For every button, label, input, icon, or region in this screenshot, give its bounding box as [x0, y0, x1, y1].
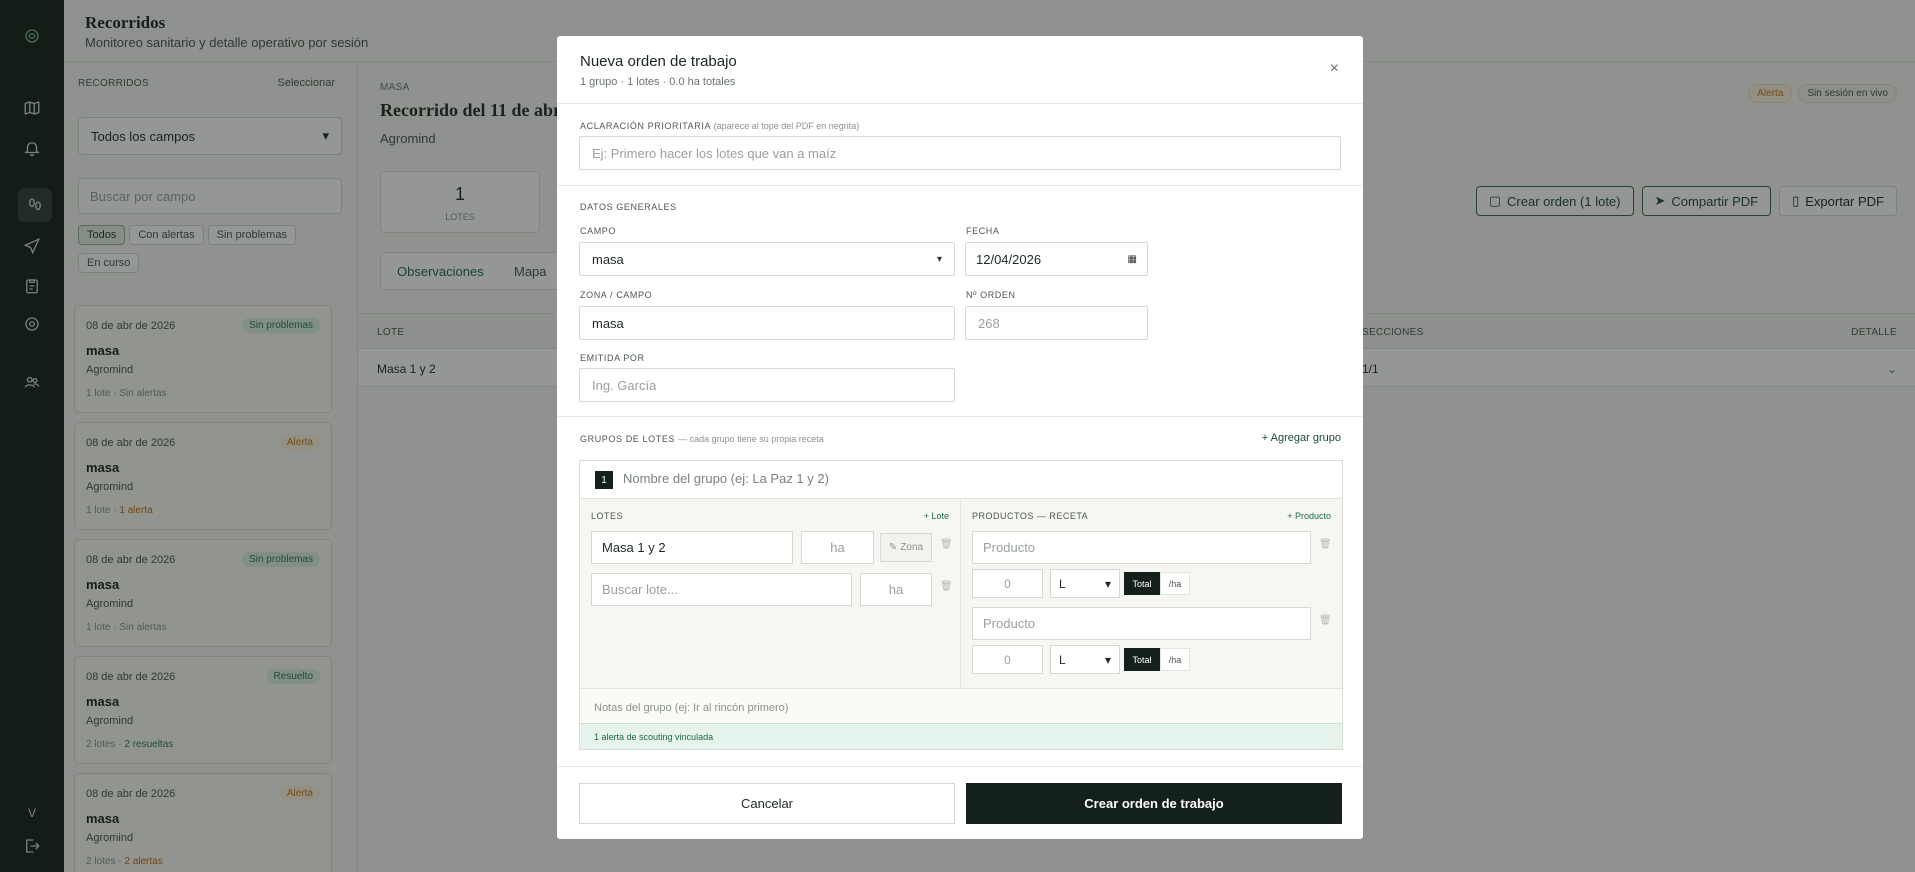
unit-select[interactable]: L ▾ — [1050, 569, 1120, 598]
linked-alert-note[interactable]: 1 alerta de scouting vinculada — [580, 723, 1342, 749]
general-label: DATOS GENERALES — [580, 202, 677, 212]
producto-input[interactable]: Producto — [972, 607, 1311, 640]
campo-select[interactable]: masa ▾ — [579, 242, 955, 276]
close-icon[interactable]: × — [1330, 60, 1339, 78]
trash-icon[interactable]: 🗑 — [1319, 539, 1332, 550]
qty-input[interactable]: 0 — [972, 569, 1043, 598]
fecha-label: FECHA — [966, 226, 1000, 236]
productos-label: PRODUCTOS — RECETA — [972, 511, 1089, 521]
qty-input[interactable]: 0 — [972, 645, 1043, 674]
chevron-down-icon: ▾ — [1104, 576, 1111, 591]
nueva-orden-modal: Nueva orden de trabajo 1 grupo · 1 lotes… — [557, 36, 1363, 839]
zona-label: ZONA / CAMPO — [580, 290, 653, 300]
ha-input[interactable]: ha — [801, 531, 874, 564]
lotes-panel: LOTES + Lote Masa 1 y 2 ha ✎ Zona 🗑 Busca… — [580, 499, 961, 688]
group-header: 1 Nombre del grupo (ej: La Paz 1 y 2) — [580, 461, 1342, 499]
zona-input[interactable]: masa — [579, 306, 955, 340]
zona-button-label: Zona — [900, 542, 924, 553]
productos-panel: PRODUCTOS — RECETA + Producto Producto 🗑… — [961, 499, 1342, 688]
modal-header: Nueva orden de trabajo 1 grupo · 1 lotes… — [557, 36, 1363, 104]
trash-icon[interactable]: 🗑 — [1319, 615, 1332, 626]
lotes-label: LOTES — [591, 511, 624, 521]
orden-label: Nº ORDEN — [966, 290, 1016, 300]
lote-input[interactable]: Masa 1 y 2 — [591, 531, 793, 564]
mode-per-ha-toggle[interactable]: /ha — [1160, 572, 1190, 595]
groups-label: GRUPOS DE LOTES — cada grupo tiene su pr… — [580, 434, 824, 444]
priority-label: ACLARACIÓN PRIORITARIA (aparece al tope … — [580, 121, 859, 131]
group-number: 1 — [595, 471, 613, 489]
priority-label-text: ACLARACIÓN PRIORITARIA — [580, 121, 711, 131]
mode-total-toggle[interactable]: Total — [1124, 648, 1160, 671]
zona-button[interactable]: ✎ Zona — [880, 533, 932, 562]
mode-per-ha-toggle[interactable]: /ha — [1160, 648, 1190, 671]
priority-hint: (aparece al tope del PDF en negrita) — [713, 121, 860, 131]
trash-icon[interactable]: 🗑 — [940, 539, 953, 550]
unit-select[interactable]: L ▾ — [1050, 645, 1120, 674]
producto-input[interactable]: Producto — [972, 531, 1311, 564]
chevron-down-icon: ▾ — [936, 253, 942, 265]
lote-group: 1 Nombre del grupo (ej: La Paz 1 y 2) LO… — [579, 460, 1343, 750]
pencil-icon: ✎ — [888, 542, 898, 553]
groups-label-text: GRUPOS DE LOTES — [580, 434, 676, 444]
modal-subtitle: 1 grupo · 1 lotes · 0.0 ha totales — [580, 76, 736, 88]
emitida-input[interactable]: Ing. García — [579, 368, 955, 402]
fecha-input[interactable]: 12/04/2026 ▦ — [965, 242, 1148, 276]
unit-value: L — [1059, 652, 1066, 667]
divider — [557, 185, 1363, 186]
add-producto-button[interactable]: + Producto — [1287, 511, 1331, 521]
campo-value: masa — [592, 251, 624, 267]
unit-value: L — [1059, 576, 1066, 591]
calendar-icon[interactable]: ▦ — [1128, 254, 1137, 265]
cancel-button[interactable]: Cancelar — [579, 783, 955, 824]
chevron-down-icon: ▾ — [1104, 652, 1111, 667]
ha-input[interactable]: ha — [860, 573, 932, 606]
trash-icon[interactable]: 🗑 — [940, 581, 953, 592]
campo-label: CAMPO — [580, 226, 617, 236]
mode-total-toggle[interactable]: Total — [1124, 572, 1160, 595]
emitida-label: EMITIDA POR — [580, 353, 645, 363]
create-order-submit-button[interactable]: Crear orden de trabajo — [966, 783, 1342, 824]
add-lote-button[interactable]: + Lote — [924, 511, 949, 521]
group-name-input[interactable]: Nombre del grupo (ej: La Paz 1 y 2) — [623, 471, 829, 486]
modal-title: Nueva orden de trabajo — [580, 53, 737, 70]
orden-input[interactable]: 268 — [965, 306, 1148, 340]
modal-footer: Cancelar Crear orden de trabajo — [557, 766, 1363, 839]
divider — [557, 416, 1363, 417]
fecha-value: 12/04/2026 — [976, 251, 1042, 267]
priority-input[interactable]: Ej: Primero hacer los lotes que van a ma… — [579, 136, 1341, 170]
search-lote-input[interactable]: Buscar lote... — [591, 573, 852, 606]
groups-hint: — cada grupo tiene su propia receta — [678, 434, 824, 444]
group-notes-input[interactable]: Notas del grupo (ej: Ir al rincón primer… — [580, 688, 1342, 723]
add-group-button[interactable]: + Agregar grupo — [1262, 432, 1341, 444]
